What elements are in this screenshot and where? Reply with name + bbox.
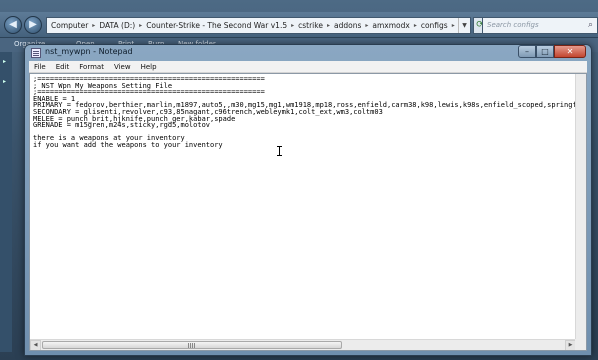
search-input[interactable]: Search configs ⌕ <box>482 17 598 34</box>
menu-help[interactable]: Help <box>136 61 162 72</box>
address-dropdown-icon[interactable]: ▼ <box>458 18 470 33</box>
grip-icon <box>188 343 196 348</box>
breadcrumb-item-amxmodx[interactable]: amxmodx <box>368 21 413 30</box>
search-icon[interactable]: ⌕ <box>588 18 593 33</box>
minimize-button[interactable]: – <box>518 45 536 58</box>
desktop: ◀ ▶ Computer ▸ DATA (D:) ▸ Counter-Strike … <box>0 0 598 360</box>
back-icon[interactable]: ◀ <box>4 16 22 34</box>
size-grip[interactable] <box>575 339 586 350</box>
ibeam-cursor-icon <box>277 146 284 156</box>
notepad-app-icon[interactable] <box>31 48 41 58</box>
breadcrumb-sep: ▸ <box>451 22 455 29</box>
menu-edit[interactable]: Edit <box>51 61 75 72</box>
document-text[interactable]: ;=======================================… <box>33 76 586 149</box>
text-editor[interactable]: ;=======================================… <box>29 73 587 351</box>
menu-file[interactable]: File <box>29 61 51 72</box>
explorer-nav-pane: ▸ ▸ <box>0 52 12 352</box>
breadcrumb-item-data[interactable]: DATA (D:) <box>95 21 139 30</box>
expand-icon[interactable]: ▸ <box>3 58 6 65</box>
forward-icon[interactable]: ▶ <box>24 16 42 34</box>
maximize-button[interactable]: □ <box>536 45 554 58</box>
menu-format[interactable]: Format <box>74 61 109 72</box>
vertical-scrollbar[interactable] <box>575 74 586 340</box>
window-title: nst_mywpn - Notepad <box>45 47 133 56</box>
menu-view[interactable]: View <box>109 61 136 72</box>
title-bar[interactable]: nst_mywpn - Notepad – □ ✕ <box>25 45 591 61</box>
expand-icon[interactable]: ▸ <box>3 78 6 85</box>
breadcrumb-item-computer[interactable]: Computer <box>47 21 92 30</box>
window-controls: – □ ✕ <box>518 45 586 58</box>
breadcrumb-item-configs[interactable]: configs <box>417 21 452 30</box>
notepad-window: nst_mywpn - Notepad – □ ✕ File Edit Form… <box>24 44 592 356</box>
breadcrumb-item-addons[interactable]: addons <box>330 21 365 30</box>
explorer-address-bar: ◀ ▶ Computer ▸ DATA (D:) ▸ Counter-Strike … <box>0 12 598 38</box>
horizontal-scrollbar[interactable]: ◀ ▶ <box>30 339 576 350</box>
breadcrumb[interactable]: Computer ▸ DATA (D:) ▸ Counter-Strike - Th… <box>46 17 471 34</box>
horizontal-scroll-thumb[interactable] <box>42 341 342 349</box>
scroll-left-icon[interactable]: ◀ <box>30 340 41 350</box>
close-button[interactable]: ✕ <box>554 45 586 58</box>
search-placeholder: Search configs <box>487 21 539 29</box>
breadcrumb-item-game[interactable]: Counter-Strike - The Second War v1.5 <box>142 21 291 30</box>
breadcrumb-item-cstrike[interactable]: cstrike <box>294 21 327 30</box>
menu-bar: File Edit Format View Help <box>29 61 587 73</box>
